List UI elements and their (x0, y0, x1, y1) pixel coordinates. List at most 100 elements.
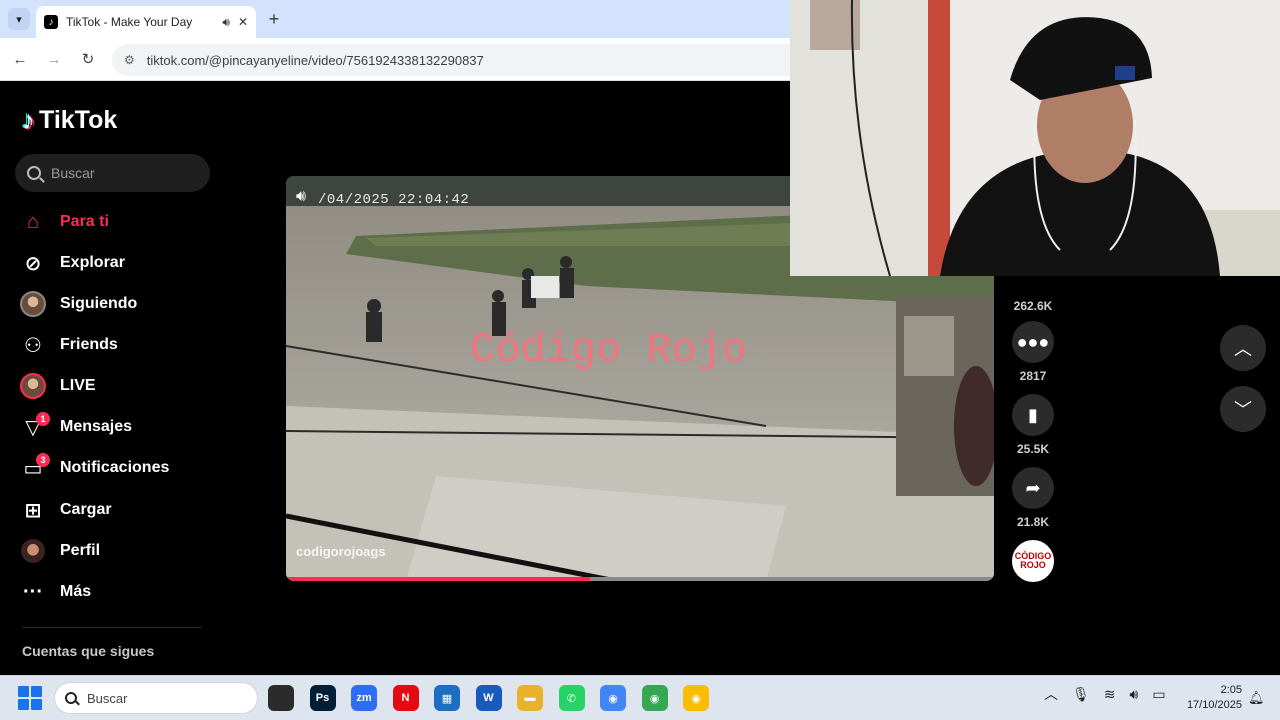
sidebar-item-label: Notificaciones (60, 459, 170, 476)
search-icon (65, 692, 77, 704)
word-icon[interactable]: W (475, 685, 502, 711)
video-author[interactable]: codigorojoags (296, 544, 386, 559)
sidebar-item-label: Explorar (60, 254, 125, 271)
following-accounts-title: Cuentas que sigues (22, 643, 155, 659)
netflix-icon[interactable]: N (392, 685, 419, 711)
site-info-icon[interactable]: ⚙ (124, 53, 135, 67)
share-icon[interactable]: ➦ (1012, 467, 1054, 509)
previous-video-button[interactable]: ︿ (1220, 325, 1266, 371)
save-action: ▮ 25.5K (1010, 394, 1056, 456)
sidebar-item-label: Cargar (60, 501, 112, 518)
notification-bell-icon[interactable]: 🔔︎ (1248, 690, 1265, 706)
windows-start-icon[interactable] (18, 686, 42, 710)
cctv-timestamp: /04/2025 22:04:42 (318, 192, 470, 208)
search-input[interactable] (51, 165, 191, 181)
search-icon (27, 166, 41, 180)
tab-title: TikTok - Make Your Day (66, 15, 193, 29)
clock[interactable]: 2:05 17/10/2025 (1178, 683, 1242, 713)
share-action: ➦ 21.8K (1010, 467, 1056, 529)
like-count: 262.6K (1013, 299, 1053, 313)
profile-avatar (21, 539, 45, 563)
clock-time: 2:05 (1220, 684, 1242, 696)
url-text: tiktok.com/@pincayanyeline/video/7561924… (146, 52, 484, 68)
windows-taskbar: Buscar Ps zm N ▦ W ▬ ✆ ◉ ◉ ◉ ︿ 🎙︎ ≋ 🔊︎ ▭ 2:05 17/… (0, 675, 1280, 720)
like-action: 262.6K (1010, 299, 1056, 313)
reload-button[interactable]: ↻ (77, 48, 99, 70)
sidebar-item-mensajes[interactable]: ▽ 1 Mensajes (18, 410, 218, 444)
wifi-icon[interactable]: ≋ (1104, 686, 1116, 703)
bookmark-icon[interactable]: ▮ (1012, 394, 1054, 436)
chevron-up-icon: ︿ (1234, 339, 1252, 359)
webcam-feed (790, 0, 1280, 276)
sidebar-item-notificaciones[interactable]: ▭ 3 Notificaciones (18, 451, 218, 485)
whatsapp-icon[interactable]: ✆ (558, 685, 585, 711)
browser-tab[interactable]: ♪ TikTok - Make Your Day 🔊︎ ✕ (36, 6, 256, 38)
more-icon: ··· (23, 580, 43, 603)
zoom-icon[interactable]: zm (351, 685, 377, 711)
notifications-badge: 3 (36, 453, 50, 467)
close-tab-icon[interactable]: ✕ (238, 15, 248, 29)
chrome-1-icon[interactable]: ◉ (600, 685, 626, 711)
webcam-overlay (790, 0, 1280, 276)
folder-icon[interactable]: ▬ (517, 685, 543, 711)
taskbar-search-placeholder: Buscar (87, 690, 128, 706)
taskbar-search[interactable]: Buscar (54, 682, 258, 714)
messages-badge: 1 (36, 412, 50, 426)
share-count: 21.8K (1016, 515, 1050, 529)
browser-toolbar: ← → ↻ ⚙ tiktok.com/@pincayanyeline/video… (0, 38, 812, 81)
tiktok-logo[interactable]: ♪ TikTok (22, 105, 117, 136)
chevron-up-icon[interactable]: ︿ (1044, 684, 1058, 704)
save-count: 25.5K (1016, 442, 1050, 456)
address-bar[interactable]: ⚙ tiktok.com/@pincayanyeline/video/75619… (112, 44, 812, 76)
new-tab-button[interactable]: + (264, 9, 284, 29)
live-avatar (20, 373, 46, 399)
sidebar-item-label: Mensajes (60, 418, 133, 435)
tab-search-button[interactable]: ▾ (8, 8, 30, 30)
sidebar-item-label: Perfil (60, 542, 101, 559)
browser-tab-bar: ▾ ♪ TikTok - Make Your Day 🔊︎ ✕ + (0, 0, 790, 38)
home-icon: ⌂ (26, 210, 40, 233)
volume-icon[interactable]: 🔊︎ (296, 188, 306, 206)
progress-fill (286, 577, 591, 581)
upload-icon: ⊞ (24, 499, 42, 522)
author-avatar[interactable]: CÓDIGO ROJO (1012, 540, 1054, 582)
sidebar-item-explorar[interactable]: ⊘ Explorar (18, 246, 218, 280)
chrome-2-icon[interactable]: ◉ (641, 685, 668, 711)
messages-icon: ▽ 1 (18, 412, 50, 442)
video-watermark: Código Rojo (470, 326, 748, 374)
speaker-icon[interactable]: 🔊︎ (222, 15, 230, 30)
sidebar-item-siguiendo[interactable]: Siguiendo (18, 287, 218, 321)
comment-count: 2817 (1019, 369, 1047, 383)
notifications-icon: ▭ 3 (18, 453, 50, 483)
next-video-button[interactable]: ﹀ (1220, 386, 1266, 432)
chevron-down-icon: ﹀ (1234, 400, 1252, 420)
friends-icon: ⚇ (24, 334, 42, 357)
sidebar-item-live[interactable]: LIVE (18, 369, 218, 403)
sidebar-item-mas[interactable]: ··· Más (18, 575, 218, 609)
photoshop-icon[interactable]: Ps (309, 685, 336, 711)
sidebar-search[interactable] (15, 154, 210, 192)
store-icon[interactable]: ▦ (434, 685, 460, 711)
sidebar: ♪ TikTok ⌂ Para ti ⊘ Explorar Siguiendo … (0, 81, 230, 675)
clock-date: 17/10/2025 (1186, 699, 1242, 711)
sidebar-item-cargar[interactable]: ⊞ Cargar (18, 493, 218, 527)
speaker-icon[interactable]: 🔊︎ (1130, 686, 1139, 703)
tiktok-note-icon: ♪ (22, 105, 35, 135)
sidebar-item-label: LIVE (60, 377, 96, 394)
following-avatar (20, 291, 46, 317)
sidebar-item-label: Friends (60, 336, 118, 353)
back-button[interactable]: ← (9, 48, 31, 70)
system-tray: ︿ 🎙︎ ≋ 🔊︎ ▭ (1044, 684, 1166, 704)
battery-icon[interactable]: ▭ (1152, 686, 1165, 703)
sidebar-item-para-ti[interactable]: ⌂ Para ti (18, 205, 218, 239)
logo-text: TikTok (39, 106, 118, 134)
microphone-icon[interactable]: 🎙︎ (1072, 686, 1090, 703)
sidebar-item-perfil[interactable]: Perfil (18, 534, 218, 568)
file-explorer-icon[interactable] (268, 685, 294, 711)
forward-button[interactable]: → (43, 48, 65, 70)
comment-icon[interactable]: ●●● (1012, 321, 1054, 363)
sidebar-item-friends[interactable]: ⚇ Friends (18, 328, 218, 362)
chrome-3-icon[interactable]: ◉ (683, 685, 709, 711)
comment-action: ●●● 2817 (1010, 321, 1056, 383)
sidebar-item-label: Más (60, 583, 92, 600)
